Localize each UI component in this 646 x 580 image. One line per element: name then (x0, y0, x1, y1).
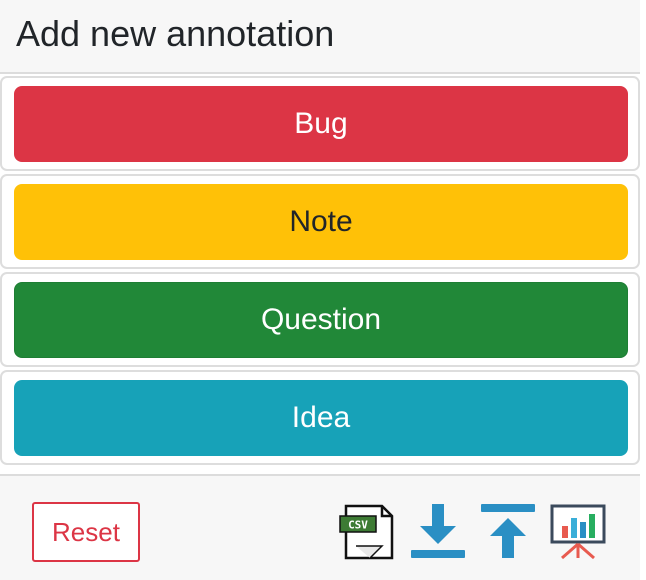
download-icon[interactable] (408, 502, 468, 562)
idea-button[interactable]: Idea (14, 380, 628, 456)
panel-header: Add new annotation (0, 0, 640, 74)
question-button[interactable]: Question (14, 282, 628, 358)
annotation-type-list: Bug Note Question Idea (0, 76, 640, 468)
annotation-panel: Add new annotation Bug Note Question Ide… (0, 0, 646, 580)
bug-button[interactable]: Bug (14, 86, 628, 162)
presentation-chart-icon[interactable] (548, 502, 608, 562)
list-item: Idea (0, 370, 640, 465)
csv-file-icon[interactable]: CSV (338, 502, 398, 562)
upload-icon[interactable] (478, 502, 538, 562)
list-item: Question (0, 272, 640, 367)
csv-badge-text: CSV (348, 519, 368, 532)
list-item: Note (0, 174, 640, 269)
reset-button[interactable]: Reset (32, 502, 140, 562)
note-button[interactable]: Note (14, 184, 628, 260)
list-item: Bug (0, 76, 640, 171)
panel-title: Add new annotation (16, 13, 335, 54)
panel-footer: Reset CSV (0, 474, 640, 580)
